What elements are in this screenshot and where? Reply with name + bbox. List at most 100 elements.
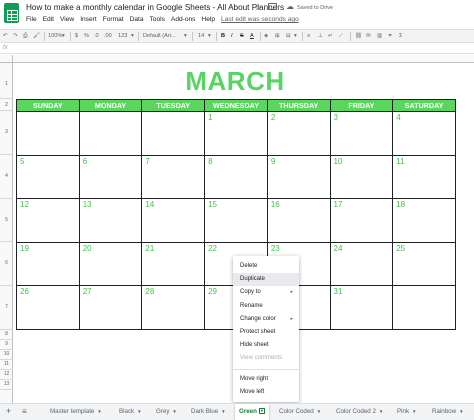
day-cell[interactable]: 25	[392, 241, 456, 287]
day-cell[interactable]: 8	[204, 154, 268, 200]
sheet-tab-green[interactable]: Green ▼	[235, 404, 269, 420]
insert-chart-icon[interactable]: ▥	[377, 33, 382, 39]
sheets-logo-icon[interactable]	[4, 3, 19, 23]
row-header-strip[interactable]: 1 2 3 4 5 6 7 8 9 10 11 12 13	[0, 63, 13, 403]
menu-item-hide-sheet[interactable]: Hide sheet	[233, 339, 299, 352]
day-cell[interactable]: 28	[141, 285, 206, 330]
redo-icon[interactable]: ↷	[13, 33, 18, 39]
zoom-select[interactable]: 100%	[48, 33, 62, 39]
weekday-header[interactable]: FRIDAY	[329, 99, 394, 112]
fill-color-icon[interactable]: ◈	[264, 33, 268, 39]
number-format-dropdown-icon[interactable]: ▾	[131, 33, 134, 39]
row-number[interactable]: 4	[0, 173, 13, 179]
row-number[interactable]: 5	[0, 217, 13, 223]
text-wrap-icon[interactable]: ↵	[328, 33, 333, 39]
day-cell[interactable]: 7	[141, 154, 206, 200]
font-size-dropdown-icon[interactable]: ▾	[208, 33, 211, 39]
sheet-tab-black[interactable]: Black ▼	[119, 408, 142, 415]
day-cell[interactable]	[392, 285, 456, 330]
day-cell[interactable]: 27	[78, 285, 143, 330]
day-cell[interactable]: 26	[16, 285, 80, 330]
document-title[interactable]: How to make a monthly calendar in Google…	[26, 3, 284, 12]
day-cell[interactable]: 24	[329, 241, 394, 287]
folder-icon[interactable]	[268, 3, 277, 10]
menu-view[interactable]: View	[60, 16, 80, 28]
undo-icon[interactable]: ↶	[3, 33, 8, 39]
day-cell[interactable]: 4	[392, 111, 456, 156]
day-cell[interactable]: 5	[16, 154, 80, 200]
menu-edit[interactable]: Edit	[43, 16, 60, 28]
star-icon[interactable]: ☆	[254, 2, 262, 13]
menu-tools[interactable]: Tools	[150, 16, 171, 28]
row-number[interactable]: 8	[0, 331, 13, 337]
zoom-dropdown-icon[interactable]: ▾	[62, 33, 65, 39]
day-cell[interactable]: 6	[78, 154, 143, 200]
font-size-select[interactable]: 14	[198, 33, 204, 39]
day-cell[interactable]: 3	[329, 111, 394, 156]
strikethrough-icon[interactable]: S	[240, 33, 244, 39]
formula-bar[interactable]: fx	[0, 44, 474, 54]
day-cell[interactable]: 19	[16, 241, 80, 287]
text-color-icon[interactable]: A	[250, 33, 254, 39]
weekday-header[interactable]: THURSDAY	[266, 99, 331, 112]
menu-add-ons[interactable]: Add-ons	[171, 16, 202, 28]
increase-decimal-button[interactable]: .00	[104, 33, 112, 39]
day-cell[interactable]: 15	[204, 198, 268, 243]
functions-icon[interactable]: Σ	[399, 33, 402, 39]
day-cell[interactable]	[16, 111, 80, 156]
sheet-tab-color-coded-2[interactable]: Color Coded 2 ▼	[336, 408, 383, 415]
column-header-strip[interactable]	[0, 55, 474, 63]
day-cell[interactable]: 16	[266, 198, 331, 243]
month-title[interactable]: MARCH	[14, 66, 456, 97]
day-cell[interactable]: 13	[78, 198, 143, 243]
weekday-header[interactable]: SATURDAY	[392, 99, 456, 112]
row-number[interactable]: 12	[0, 371, 13, 377]
day-cell[interactable]: 31	[329, 285, 394, 330]
row-number[interactable]: 13	[0, 381, 13, 387]
day-cell[interactable]: 21	[141, 241, 206, 287]
sheet-tab-dark-blue[interactable]: Dark Blue ▼	[191, 408, 226, 415]
sheet-tab-color-coded[interactable]: Color Coded ▼	[279, 408, 321, 415]
day-cell[interactable]: 9	[266, 154, 331, 200]
day-cell[interactable]: 18	[392, 198, 456, 243]
row-number[interactable]: 1	[0, 81, 13, 87]
insert-comment-icon[interactable]: ✉	[366, 33, 371, 39]
menu-insert[interactable]: Insert	[80, 16, 103, 28]
day-cell[interactable]: 11	[392, 154, 456, 200]
percent-format-button[interactable]: %	[84, 33, 89, 39]
plus-icon[interactable]: +	[6, 406, 11, 416]
italic-icon[interactable]: I	[231, 33, 233, 39]
day-cell[interactable]: 17	[329, 198, 394, 243]
weekday-header[interactable]: TUESDAY	[141, 99, 206, 112]
decrease-decimal-button[interactable]: .0	[94, 33, 99, 39]
day-cell[interactable]	[78, 111, 143, 156]
list-icon[interactable]: ≡	[22, 407, 27, 416]
sheet-tab-grey[interactable]: Grey ▼	[156, 408, 177, 415]
weekday-header[interactable]: SUNDAY	[16, 99, 80, 112]
vertical-align-icon[interactable]: ⊥	[318, 33, 323, 39]
last-edit-link[interactable]: Last edit was seconds ago	[221, 16, 305, 28]
font-dropdown-icon[interactable]: ▾	[184, 33, 187, 39]
menu-item-delete[interactable]: Delete	[233, 260, 299, 273]
text-rotate-icon[interactable]: ⟋	[339, 33, 343, 40]
row-number[interactable]: 2	[0, 102, 13, 108]
menu-item-duplicate[interactable]: Duplicate	[233, 273, 299, 287]
day-cell[interactable]	[141, 111, 206, 156]
currency-format-button[interactable]: $	[75, 33, 78, 39]
day-cell[interactable]: 2	[266, 111, 331, 156]
day-cell[interactable]: 10	[329, 154, 394, 200]
borders-icon[interactable]: ⊞	[275, 33, 280, 39]
filter-icon[interactable]: ⏷	[388, 33, 392, 40]
row-number[interactable]: 7	[0, 304, 13, 310]
sheet-tab-pink[interactable]: Pink ▼	[397, 408, 417, 415]
select-all-corner[interactable]	[0, 55, 13, 63]
day-cell[interactable]: 14	[141, 198, 206, 243]
weekday-header[interactable]: WEDNESDAY	[204, 99, 268, 112]
row-number[interactable]: 3	[0, 129, 13, 135]
font-select[interactable]: Default (Ari...	[143, 33, 176, 39]
weekday-header[interactable]: MONDAY	[78, 99, 143, 112]
menu-file[interactable]: File	[26, 16, 43, 28]
horizontal-align-icon[interactable]: ≡	[307, 33, 310, 39]
merge-cells-icon[interactable]: ⊟	[286, 33, 291, 39]
menu-item-change-color[interactable]: Change color ▸	[233, 313, 299, 326]
